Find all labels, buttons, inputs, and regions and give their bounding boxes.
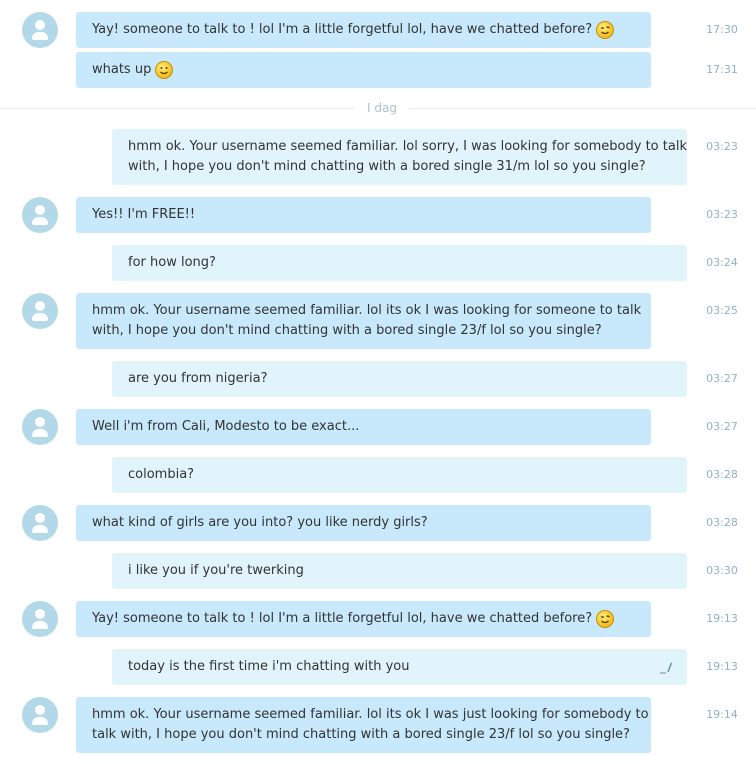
edit-pencil-icon[interactable] — [659, 660, 673, 680]
message-text: what kind of girls are you into? you lik… — [92, 515, 428, 530]
message-text-line: hmm ok. Your username seemed familiar. l… — [92, 707, 649, 722]
timestamp: 03:25 — [706, 304, 738, 317]
incoming-message-bubble[interactable]: Yay! someone to talk to ! lol I'm a litt… — [76, 601, 651, 637]
incoming-message-bubble[interactable]: Well i'm from Cali, Modesto to be exact.… — [76, 409, 651, 445]
outgoing-message-bubble[interactable]: for how long? — [112, 245, 687, 281]
avatar[interactable] — [22, 12, 58, 48]
timestamp: 03:27 — [706, 420, 738, 433]
timestamp: 19:14 — [706, 708, 738, 721]
message-text: colombia? — [128, 467, 195, 482]
message-text: are you from nigeria? — [128, 371, 268, 386]
day-divider-label: I dag — [355, 101, 409, 115]
message-text: for how long? — [128, 255, 216, 270]
outgoing-message-bubble[interactable]: today is the first time i'm chatting wit… — [112, 649, 687, 685]
message-text-line: talk with, I hope you don't mind chattin… — [92, 727, 630, 742]
timestamp: 17:30 — [706, 23, 738, 36]
message-text-line: with, I hope you don't mind chatting wit… — [92, 323, 602, 338]
avatar[interactable] — [22, 601, 58, 637]
incoming-message-bubble[interactable]: what kind of girls are you into? you lik… — [76, 505, 651, 541]
outgoing-message-bubble[interactable]: hmm ok. Your username seemed familiar. l… — [112, 129, 687, 185]
timestamp: 03:23 — [706, 140, 738, 153]
message-text: whats up — [92, 62, 152, 77]
chat-transcript: Yay! someone to talk to ! lol I'm a litt… — [0, 0, 756, 764]
message-text: Yes!! I'm FREE!! — [92, 207, 196, 222]
message-text-line: hmm ok. Your username seemed familiar. l… — [92, 303, 642, 318]
timestamp: 19:13 — [706, 612, 738, 625]
message-text-line: with, I hope you don't mind chatting wit… — [128, 159, 646, 174]
smile-emoji-icon — [155, 61, 174, 79]
incoming-message-bubble[interactable]: hmm ok. Your username seemed familiar. l… — [76, 697, 651, 753]
avatar[interactable] — [22, 697, 58, 733]
timestamp: 03:28 — [706, 468, 738, 481]
timestamp: 19:13 — [706, 660, 738, 673]
avatar[interactable] — [22, 505, 58, 541]
outgoing-message-bubble[interactable]: are you from nigeria? — [112, 361, 687, 397]
timestamp: 03:23 — [706, 208, 738, 221]
avatar[interactable] — [22, 293, 58, 329]
timestamp: 03:28 — [706, 516, 738, 529]
outgoing-message-bubble[interactable]: colombia? — [112, 457, 687, 493]
timestamp: 17:31 — [706, 63, 738, 76]
message-text: Yay! someone to talk to ! lol I'm a litt… — [92, 611, 593, 626]
message-text: i like you if you're twerking — [128, 563, 304, 578]
avatar[interactable] — [22, 409, 58, 445]
avatar[interactable] — [22, 197, 58, 233]
message-text: today is the first time i'm chatting wit… — [128, 659, 410, 674]
timestamp: 03:24 — [706, 256, 738, 269]
timestamp: 03:30 — [706, 564, 738, 577]
incoming-message-bubble[interactable]: Yay! someone to talk to ! lol I'm a litt… — [76, 12, 651, 48]
message-text: Yay! someone to talk to ! lol I'm a litt… — [92, 22, 593, 37]
incoming-message-bubble[interactable]: Yes!! I'm FREE!! — [76, 197, 651, 233]
wink-emoji-icon — [596, 21, 615, 39]
outgoing-message-bubble[interactable]: i like you if you're twerking — [112, 553, 687, 589]
wink-emoji-icon — [596, 610, 615, 628]
timestamp: 03:27 — [706, 372, 738, 385]
message-text-line: hmm ok. Your username seemed familiar. l… — [128, 139, 687, 154]
message-text: Well i'm from Cali, Modesto to be exact.… — [92, 419, 360, 434]
incoming-message-bubble[interactable]: hmm ok. Your username seemed familiar. l… — [76, 293, 651, 349]
